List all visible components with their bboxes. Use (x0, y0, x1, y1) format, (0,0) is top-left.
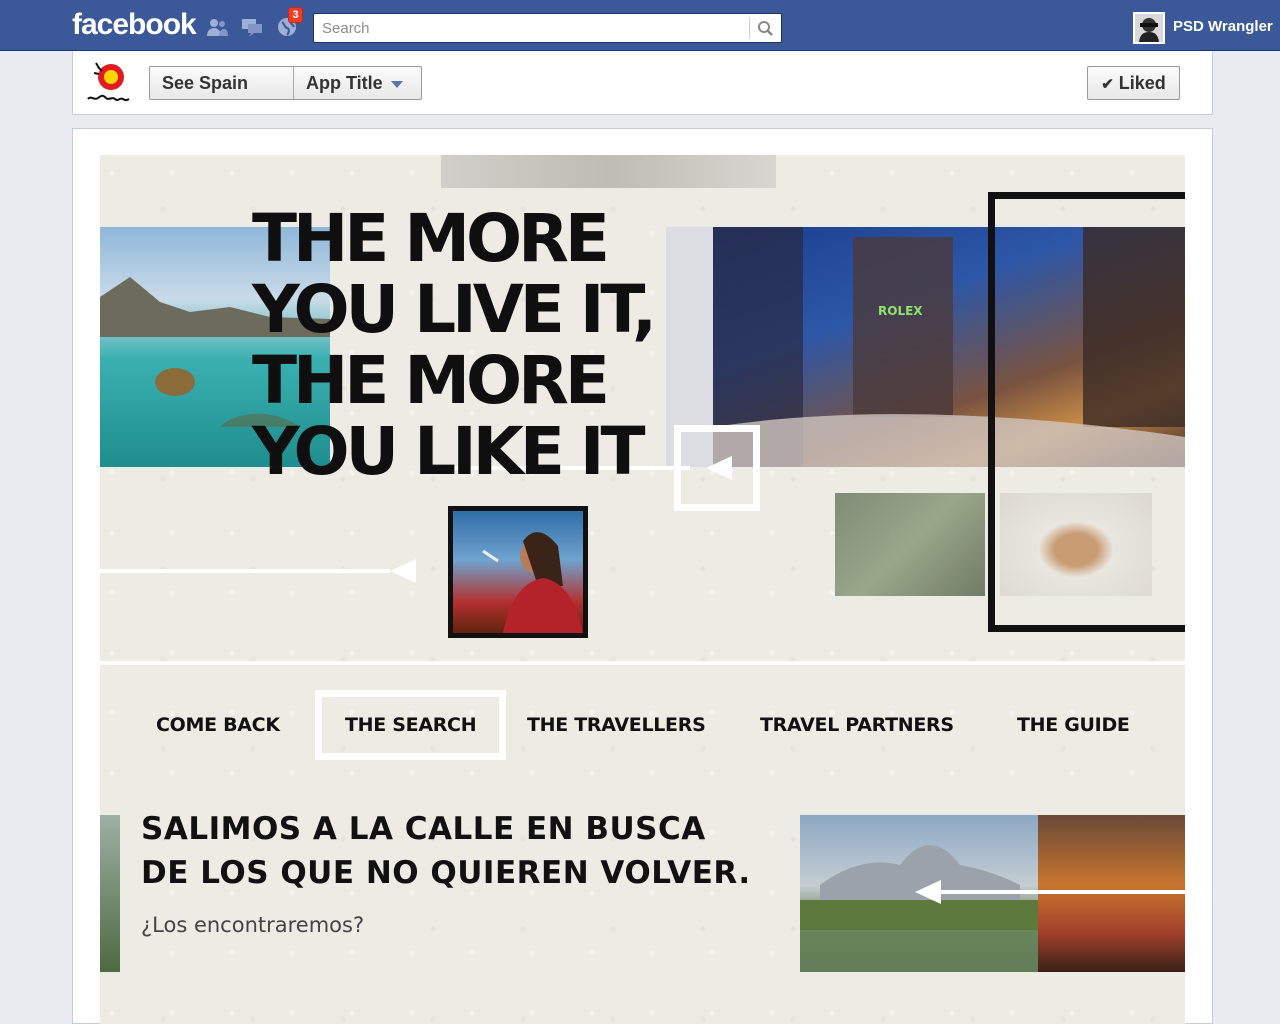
search-button[interactable] (749, 17, 781, 39)
spain-logo[interactable] (84, 57, 134, 107)
avatar[interactable] (1133, 12, 1165, 44)
svg-text:ROLEX: ROLEX (878, 304, 923, 318)
headline-line: YOU LIKE IT (252, 413, 646, 490)
arrow-left-icon (390, 559, 416, 583)
menu-item-the-search[interactable]: THE SEARCH (315, 690, 507, 760)
page-nav-buttons: See Spain App Title (149, 66, 422, 100)
section-divider (100, 661, 1185, 665)
section-heading: SALIMOS A LA CALLE EN BUSCA DE LOS QUE N… (141, 807, 751, 895)
facebook-logo[interactable]: facebook (72, 8, 197, 42)
see-spain-button[interactable]: See Spain (150, 67, 294, 99)
menu-item-come-back[interactable]: COME BACK (156, 690, 280, 760)
menu-item-the-guide[interactable]: THE GUIDE (1017, 690, 1130, 760)
app-title-dropdown[interactable]: App Title (294, 67, 421, 99)
arrow-left-icon (706, 456, 732, 480)
hero-headline: THE MORE YOU LIVE IT, THE MORE YOU LIKE … (252, 200, 657, 490)
messages-icon[interactable] (241, 16, 263, 38)
facebook-top-bar: facebook 3 PSD Wrangler (0, 0, 1280, 51)
headline-line: THE MORE (252, 200, 610, 277)
notification-badge[interactable]: 3 (288, 7, 303, 23)
profile-name-link[interactable]: PSD Wrangler (1173, 18, 1273, 35)
heading-line: DE LOS QUE NO QUIEREN VOLVER. (141, 855, 751, 891)
liked-label: Liked (1118, 73, 1166, 93)
liked-button[interactable]: ✔ Liked (1087, 66, 1180, 100)
menu-item-travel-partners[interactable]: TRAVEL PARTNERS (760, 690, 954, 760)
app-menu: COME BACK THE SEARCH THE TRAVELLERS TRAV… (100, 690, 1185, 760)
arrow-line (940, 890, 1185, 894)
app-title-label: App Title (306, 73, 383, 93)
woman-drinking-wine-photo (448, 506, 588, 638)
chevron-down-icon (390, 80, 403, 88)
headline-line: THE MORE (252, 342, 610, 419)
search-input[interactable] (314, 14, 750, 42)
menu-item-the-travellers[interactable]: THE TRAVELLERS (527, 690, 706, 760)
left-edge-photo (100, 815, 120, 972)
arrow-line (100, 569, 390, 573)
heading-line: SALIMOS A LA CALLE EN BUSCA (141, 811, 706, 847)
search-box (313, 13, 782, 43)
arrow-left-icon (915, 880, 941, 904)
top-decorative-image (441, 155, 776, 188)
friend-requests-icon[interactable] (206, 16, 228, 38)
search-icon (758, 21, 773, 36)
black-frame-decoration (988, 192, 1185, 632)
app-canvas: ROLEX THE MORE YOU LIVE IT, THE MORE YOU… (100, 155, 1185, 1024)
headline-line: YOU LIVE IT, (252, 271, 657, 348)
page-header: See Spain App Title ✔ Liked (72, 51, 1213, 115)
forest-photo (835, 493, 985, 596)
section-subheading: ¿Los encontraremos? (141, 913, 365, 937)
checkmark-icon: ✔ (1101, 76, 1114, 93)
